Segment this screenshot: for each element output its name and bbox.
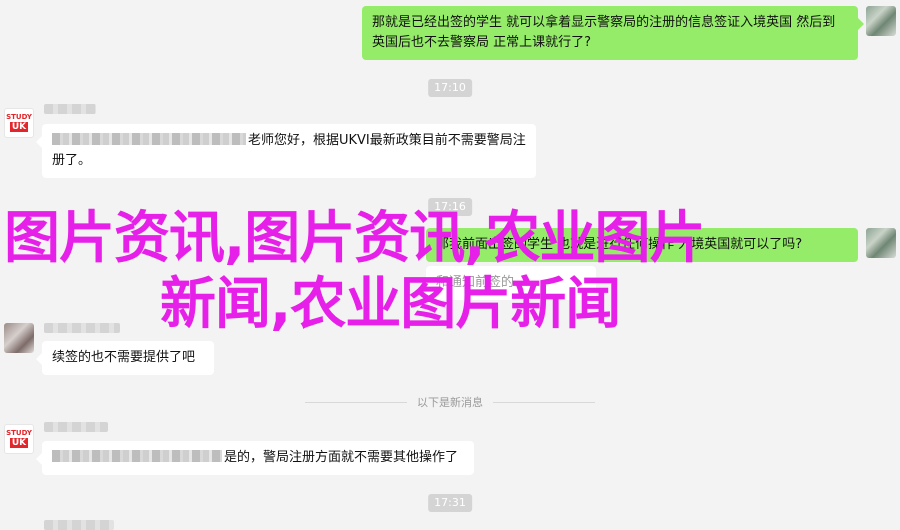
message-text: 续签的也不需要提供了吧: [52, 350, 196, 365]
watermark-overlay-line-2: 新闻,农业图片新闻: [160, 272, 621, 337]
divider-label: 以下是新消息: [417, 396, 483, 409]
message-bubble-incoming[interactable]: 续签的也不需要提供了吧: [36, 341, 214, 375]
new-messages-divider: 以下是新消息: [305, 394, 595, 410]
avatar-logo-mark: UK: [9, 438, 29, 448]
contact-avatar[interactable]: [4, 323, 34, 353]
message-bubble-outgoing[interactable]: 那就是已经出签的学生 就可以拿着显示警察局的注册的信息签证入境英国 然后到英国后…: [362, 6, 864, 60]
divider-line: [305, 401, 407, 403]
avatar-logo-text: STUDY: [6, 429, 32, 437]
message-text: 是的，警局注册方面就不需要其他操作了: [224, 450, 459, 465]
avatar-logo-mark: UK: [9, 122, 29, 132]
message-bubble-incoming[interactable]: 是的，警局注册方面就不需要其他操作了: [36, 441, 474, 475]
sender-name-redacted: [44, 520, 114, 530]
self-avatar[interactable]: [866, 6, 896, 36]
sender-name-redacted: [44, 104, 96, 114]
message-bubble-incoming[interactable]: 老师您好，根据UKVI最新政策目前不需要警局注册了。: [36, 124, 536, 178]
sender-name-redacted: [44, 422, 108, 432]
self-avatar[interactable]: [866, 228, 896, 258]
agency-avatar[interactable]: STUDY UK: [4, 424, 34, 454]
timestamp: 17:31: [428, 494, 472, 512]
redacted-text: [52, 133, 246, 145]
timestamp: 17:10: [428, 79, 472, 97]
message-text: 那就是已经出签的学生 就可以拿着显示警察局的注册的信息签证入境英国 然后到英国后…: [372, 15, 836, 50]
divider-line: [493, 401, 595, 403]
watermark-overlay-line-1: 图片资讯,图片资讯,农业图片: [4, 206, 706, 271]
redacted-text: [52, 450, 222, 462]
agency-avatar[interactable]: STUDY UK: [4, 108, 34, 138]
sender-name-redacted: [44, 323, 120, 333]
avatar-logo-text: STUDY: [6, 113, 32, 121]
